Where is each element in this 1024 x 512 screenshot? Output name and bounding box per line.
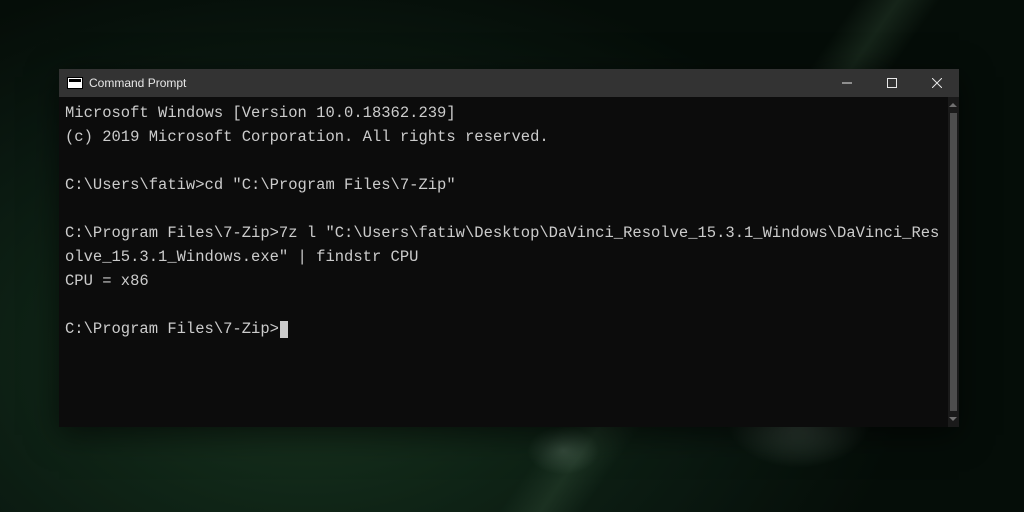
- terminal-line: C:\Program Files\7-Zip>7z l "C:\Users\fa…: [65, 224, 939, 266]
- scroll-thumb[interactable]: [950, 113, 958, 411]
- window-title: Command Prompt: [89, 76, 186, 90]
- terminal-line: CPU = x86: [65, 272, 149, 290]
- close-icon: [932, 78, 942, 88]
- window-client-area: Microsoft Windows [Version 10.0.18362.23…: [59, 97, 959, 427]
- command-prompt-window: Command Prompt Microsoft Windows [Versio…: [59, 69, 959, 427]
- cmd-icon: [67, 77, 83, 89]
- minimize-button[interactable]: [824, 69, 869, 97]
- text-cursor: [280, 321, 288, 338]
- scroll-up-button[interactable]: [948, 97, 960, 113]
- terminal-prompt: C:\Program Files\7-Zip>: [65, 320, 279, 338]
- vertical-scrollbar[interactable]: [948, 97, 960, 427]
- scroll-down-button[interactable]: [948, 411, 960, 427]
- chevron-down-icon: [949, 416, 957, 422]
- titlebar[interactable]: Command Prompt: [59, 69, 959, 97]
- window-controls: [824, 69, 959, 97]
- close-button[interactable]: [914, 69, 959, 97]
- minimize-icon: [842, 78, 852, 88]
- terminal-line: Microsoft Windows [Version 10.0.18362.23…: [65, 104, 456, 122]
- terminal-output[interactable]: Microsoft Windows [Version 10.0.18362.23…: [59, 97, 948, 427]
- maximize-button[interactable]: [869, 69, 914, 97]
- terminal-line: C:\Users\fatiw>cd "C:\Program Files\7-Zi…: [65, 176, 456, 194]
- titlebar-drag-region[interactable]: [186, 69, 824, 97]
- maximize-icon: [887, 78, 897, 88]
- chevron-up-icon: [949, 102, 957, 108]
- terminal-line: (c) 2019 Microsoft Corporation. All righ…: [65, 128, 549, 146]
